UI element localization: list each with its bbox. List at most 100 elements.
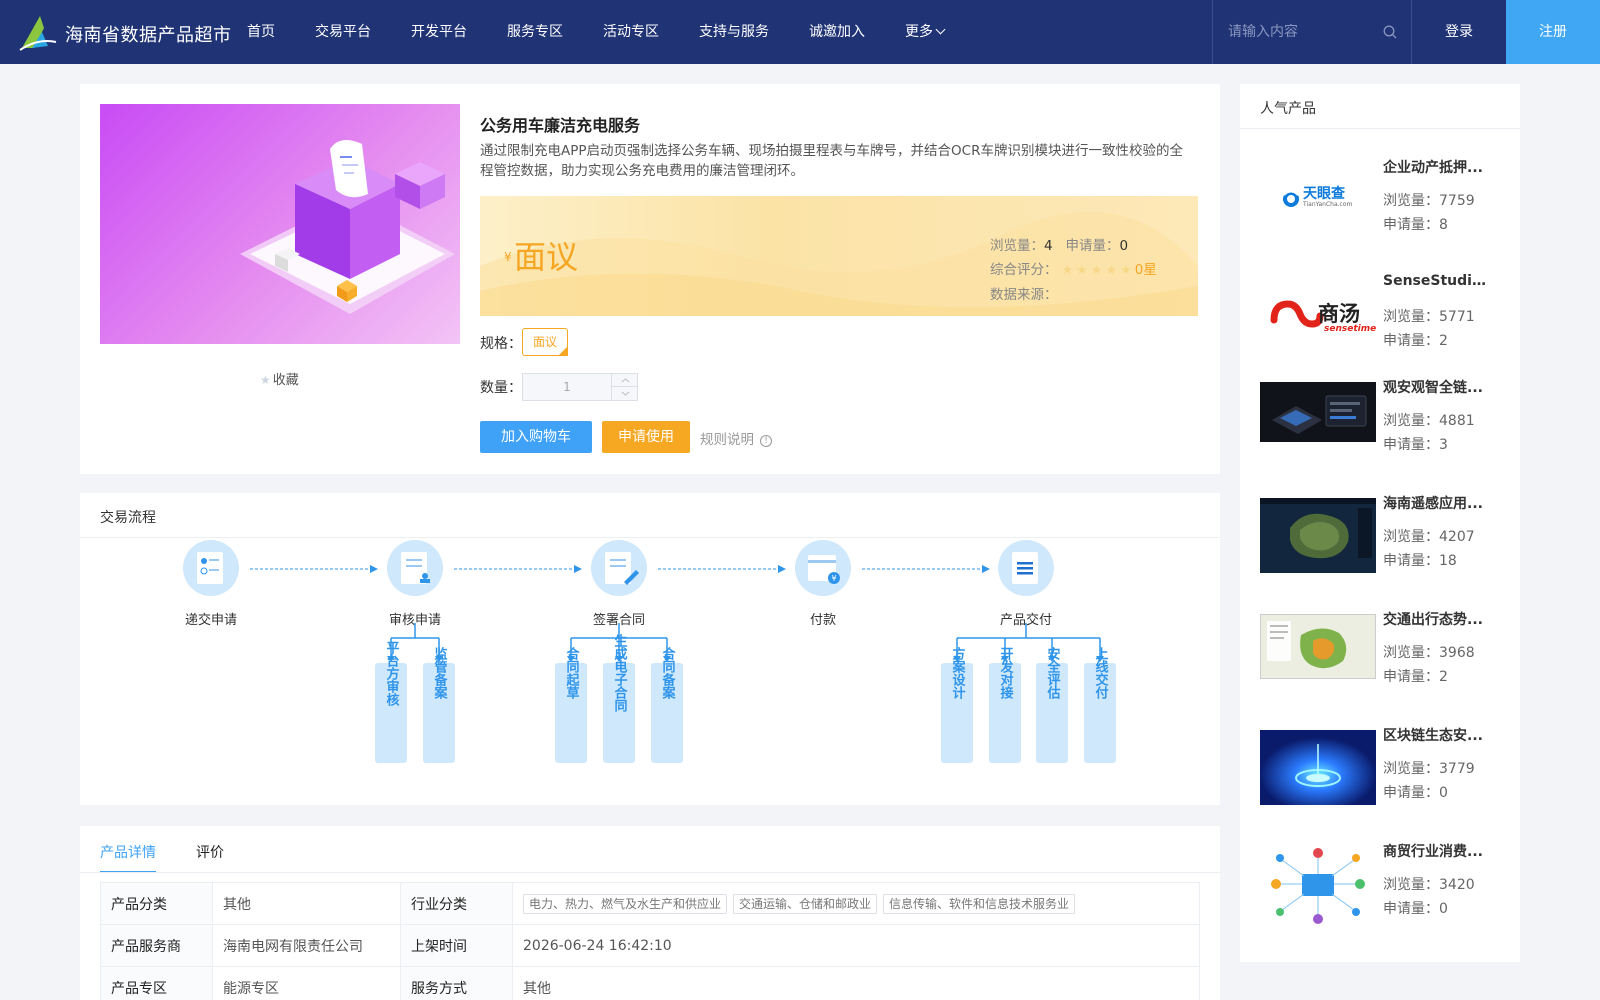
popular-product-name: 区块链生态安... bbox=[1383, 728, 1483, 744]
substep-security-assessment: 安全评估 bbox=[1044, 647, 1060, 699]
value-zone: 能源专区 bbox=[212, 966, 401, 1000]
spec-option-label: 面议 bbox=[532, 335, 557, 349]
rules-link-label: 规则说明 bbox=[700, 432, 754, 448]
nav-dev-platform[interactable]: 开发平台 bbox=[411, 0, 467, 64]
popular-product-name: 商贸行业消费... bbox=[1383, 844, 1483, 860]
popular-product-item[interactable]: 观安观智全链... 浏览量：4881 申请量：3 bbox=[1260, 380, 1500, 474]
add-to-cart-button[interactable]: 加入购物车 bbox=[480, 421, 592, 453]
satellite-map-icon bbox=[1260, 498, 1376, 573]
popular-product-applies: 申请量：0 bbox=[1383, 901, 1448, 917]
divider bbox=[1240, 128, 1520, 129]
substep-regulatory-filing: 监管备案 bbox=[431, 647, 447, 699]
tianyancha-logo-image: 天眼查 TianYanCha.com bbox=[1260, 162, 1376, 234]
spec-option-negotiable[interactable]: 面议 bbox=[522, 328, 568, 356]
nav-support[interactable]: 支持与服务 bbox=[699, 0, 769, 64]
popular-product-applies: 申请量：3 bbox=[1383, 437, 1448, 453]
top-navigation-bar: 海南省数据产品超市 首页 交易平台 开发平台 服务专区 活动专区 支持与服务 诚… bbox=[0, 0, 1600, 64]
applies-label: 申请量： bbox=[1065, 238, 1120, 254]
substep-go-live: 上线交付 bbox=[1092, 647, 1108, 699]
popular-product-views: 浏览量：4881 bbox=[1383, 413, 1475, 429]
quantity-decrease-button[interactable] bbox=[611, 387, 638, 400]
sensetime-logo-image: 商汤 sensetime bbox=[1260, 278, 1376, 350]
chevron-down-icon bbox=[935, 24, 946, 35]
popular-product-item[interactable]: 商汤 sensetime SenseStudio... 浏览量：5771 申请量… bbox=[1260, 273, 1500, 370]
quantity-increase-button[interactable] bbox=[611, 374, 638, 387]
brand-title[interactable]: 海南省数据产品超市 bbox=[65, 21, 232, 47]
chevron-down-icon bbox=[621, 391, 630, 396]
popular-product-applies: 申请量：0 bbox=[1383, 785, 1448, 801]
rules-link[interactable]: 规则说明! bbox=[700, 428, 772, 448]
sensetime-logo-subtext: sensetime bbox=[1324, 324, 1376, 334]
search-box bbox=[1212, 0, 1412, 64]
blockchain-glow-image bbox=[1260, 730, 1376, 805]
product-card: ★ 收藏 公务用车廉洁充电服务 通过限制充电APP启动页强制选择公务车辆、现场拍摄… bbox=[80, 84, 1220, 474]
nav-home[interactable]: 首页 bbox=[247, 0, 275, 64]
popular-product-name: 交通出行态势... bbox=[1383, 612, 1483, 628]
key-category: 产品分类 bbox=[100, 882, 213, 925]
dark-dashboard-icon bbox=[1272, 395, 1367, 434]
nav-join[interactable]: 诚邀加入 bbox=[809, 0, 865, 64]
applies-count: 0 bbox=[1119, 238, 1129, 254]
nav-more[interactable]: 更多 bbox=[905, 0, 946, 64]
spec-label: 规格： bbox=[480, 336, 522, 352]
rating-stars-icon: ★★★★★ bbox=[1061, 263, 1135, 278]
popular-product-item[interactable]: 交通出行态势... 浏览量：3968 申请量：2 bbox=[1260, 612, 1500, 706]
popular-product-item[interactable]: 商贸行业消费... 浏览量：3420 申请量：0 bbox=[1260, 844, 1500, 938]
selected-corner-icon bbox=[558, 346, 568, 356]
table-row: 产品服务商 海南电网有限责任公司 上架时间 2026-06-24 16:42:1… bbox=[100, 924, 1200, 967]
search-icon[interactable] bbox=[1383, 25, 1397, 39]
rating-label: 综合评分： bbox=[990, 262, 1058, 278]
sidebar-title: 人气产品 bbox=[1260, 101, 1316, 117]
views-count: 4 bbox=[1044, 238, 1053, 254]
popular-product-item[interactable]: 天眼查 TianYanCha.com 企业动产抵押... 浏览量：7759 申请… bbox=[1260, 160, 1500, 254]
favorite-label: 收藏 bbox=[272, 373, 299, 388]
dark-dashboard-image bbox=[1260, 382, 1376, 442]
popular-product-views: 浏览量：7759 bbox=[1383, 193, 1475, 209]
transaction-flow-card: 交易流程 ¥ 递交申请 审核申请 签署合同 付款 产品交付 平台方审核 监管备案… bbox=[80, 493, 1220, 805]
table-row: 产品分类 其他 行业分类 电力、热力、燃气及水生产和供应业 交通运输、仓储和邮政业… bbox=[100, 882, 1200, 925]
nav-activity-zone[interactable]: 活动专区 bbox=[603, 0, 659, 64]
nav-trading-platform[interactable]: 交易平台 bbox=[315, 0, 371, 64]
favorite-button[interactable]: ★ 收藏 bbox=[260, 369, 299, 388]
substep-dev-integration: 开发对接 bbox=[997, 647, 1013, 699]
key-provider: 产品服务商 bbox=[100, 924, 213, 967]
product-description: 通过限制充电APP启动页强制选择公务车辆、现场拍摄里程表与车牌号，并结合OCR车… bbox=[480, 143, 1183, 179]
tab-reviews[interactable]: 评价 bbox=[196, 842, 224, 862]
popular-product-views: 浏览量：3968 bbox=[1383, 645, 1475, 661]
industry-tag: 信息传输、软件和信息技术服务业 bbox=[883, 893, 1076, 914]
key-industry: 行业分类 bbox=[400, 882, 513, 925]
quantity-input[interactable] bbox=[523, 374, 611, 400]
popular-product-name: 企业动产抵押... bbox=[1383, 160, 1483, 176]
search-input[interactable] bbox=[1228, 20, 1378, 44]
product-stats: 浏览量：4 申请量：0 综合评分： ★★★★★0星 数据来源： bbox=[990, 234, 1157, 307]
detail-table: 产品分类 其他 行业分类 电力、热力、燃气及水生产和供应业 交通运输、仓储和邮政业… bbox=[100, 882, 1200, 1000]
register-button[interactable]: 注册 bbox=[1506, 0, 1600, 64]
apply-button[interactable]: 申请使用 bbox=[602, 421, 690, 453]
views-label: 浏览量： bbox=[990, 238, 1044, 254]
key-service-mode: 服务方式 bbox=[400, 966, 513, 1000]
popular-product-item[interactable]: 海南遥感应用... 浏览量：4207 申请量：18 bbox=[1260, 496, 1500, 590]
value-provider: 海南电网有限责任公司 bbox=[212, 924, 401, 967]
popular-product-views: 浏览量：3420 bbox=[1383, 877, 1475, 893]
tab-product-detail[interactable]: 产品详情 bbox=[100, 842, 156, 873]
popular-product-item[interactable]: 区块链生态安... 浏览量：3779 申请量：0 bbox=[1260, 728, 1500, 822]
isometric-blocks-illustration bbox=[240, 140, 455, 314]
key-zone: 产品专区 bbox=[100, 966, 213, 1000]
star-icon: ★ bbox=[260, 373, 271, 387]
price-panel: ¥ 面议 浏览量：4 申请量：0 综合评分： ★★★★★0星 数据来源： bbox=[480, 196, 1198, 316]
nav-service-zone[interactable]: 服务专区 bbox=[507, 0, 563, 64]
substep-e-contract: 生成电子合同 bbox=[611, 634, 627, 712]
network-diagram-image bbox=[1260, 846, 1376, 926]
industry-tag: 交通运输、仓储和邮政业 bbox=[733, 893, 878, 914]
popular-product-name: 海南遥感应用... bbox=[1383, 496, 1483, 512]
divider bbox=[80, 872, 1220, 873]
substep-contract-filing: 合同备案 bbox=[659, 647, 675, 699]
rating-value: 0星 bbox=[1134, 262, 1157, 278]
currency-symbol: ¥ bbox=[504, 250, 512, 264]
product-title: 公务用车廉洁充电服务 bbox=[480, 116, 641, 135]
login-button[interactable]: 登录 bbox=[1412, 0, 1506, 64]
network-diagram-icon bbox=[1271, 848, 1365, 924]
popular-product-applies: 申请量：2 bbox=[1383, 669, 1448, 685]
info-icon: ! bbox=[760, 435, 772, 447]
brand-logo-icon[interactable] bbox=[18, 12, 58, 54]
